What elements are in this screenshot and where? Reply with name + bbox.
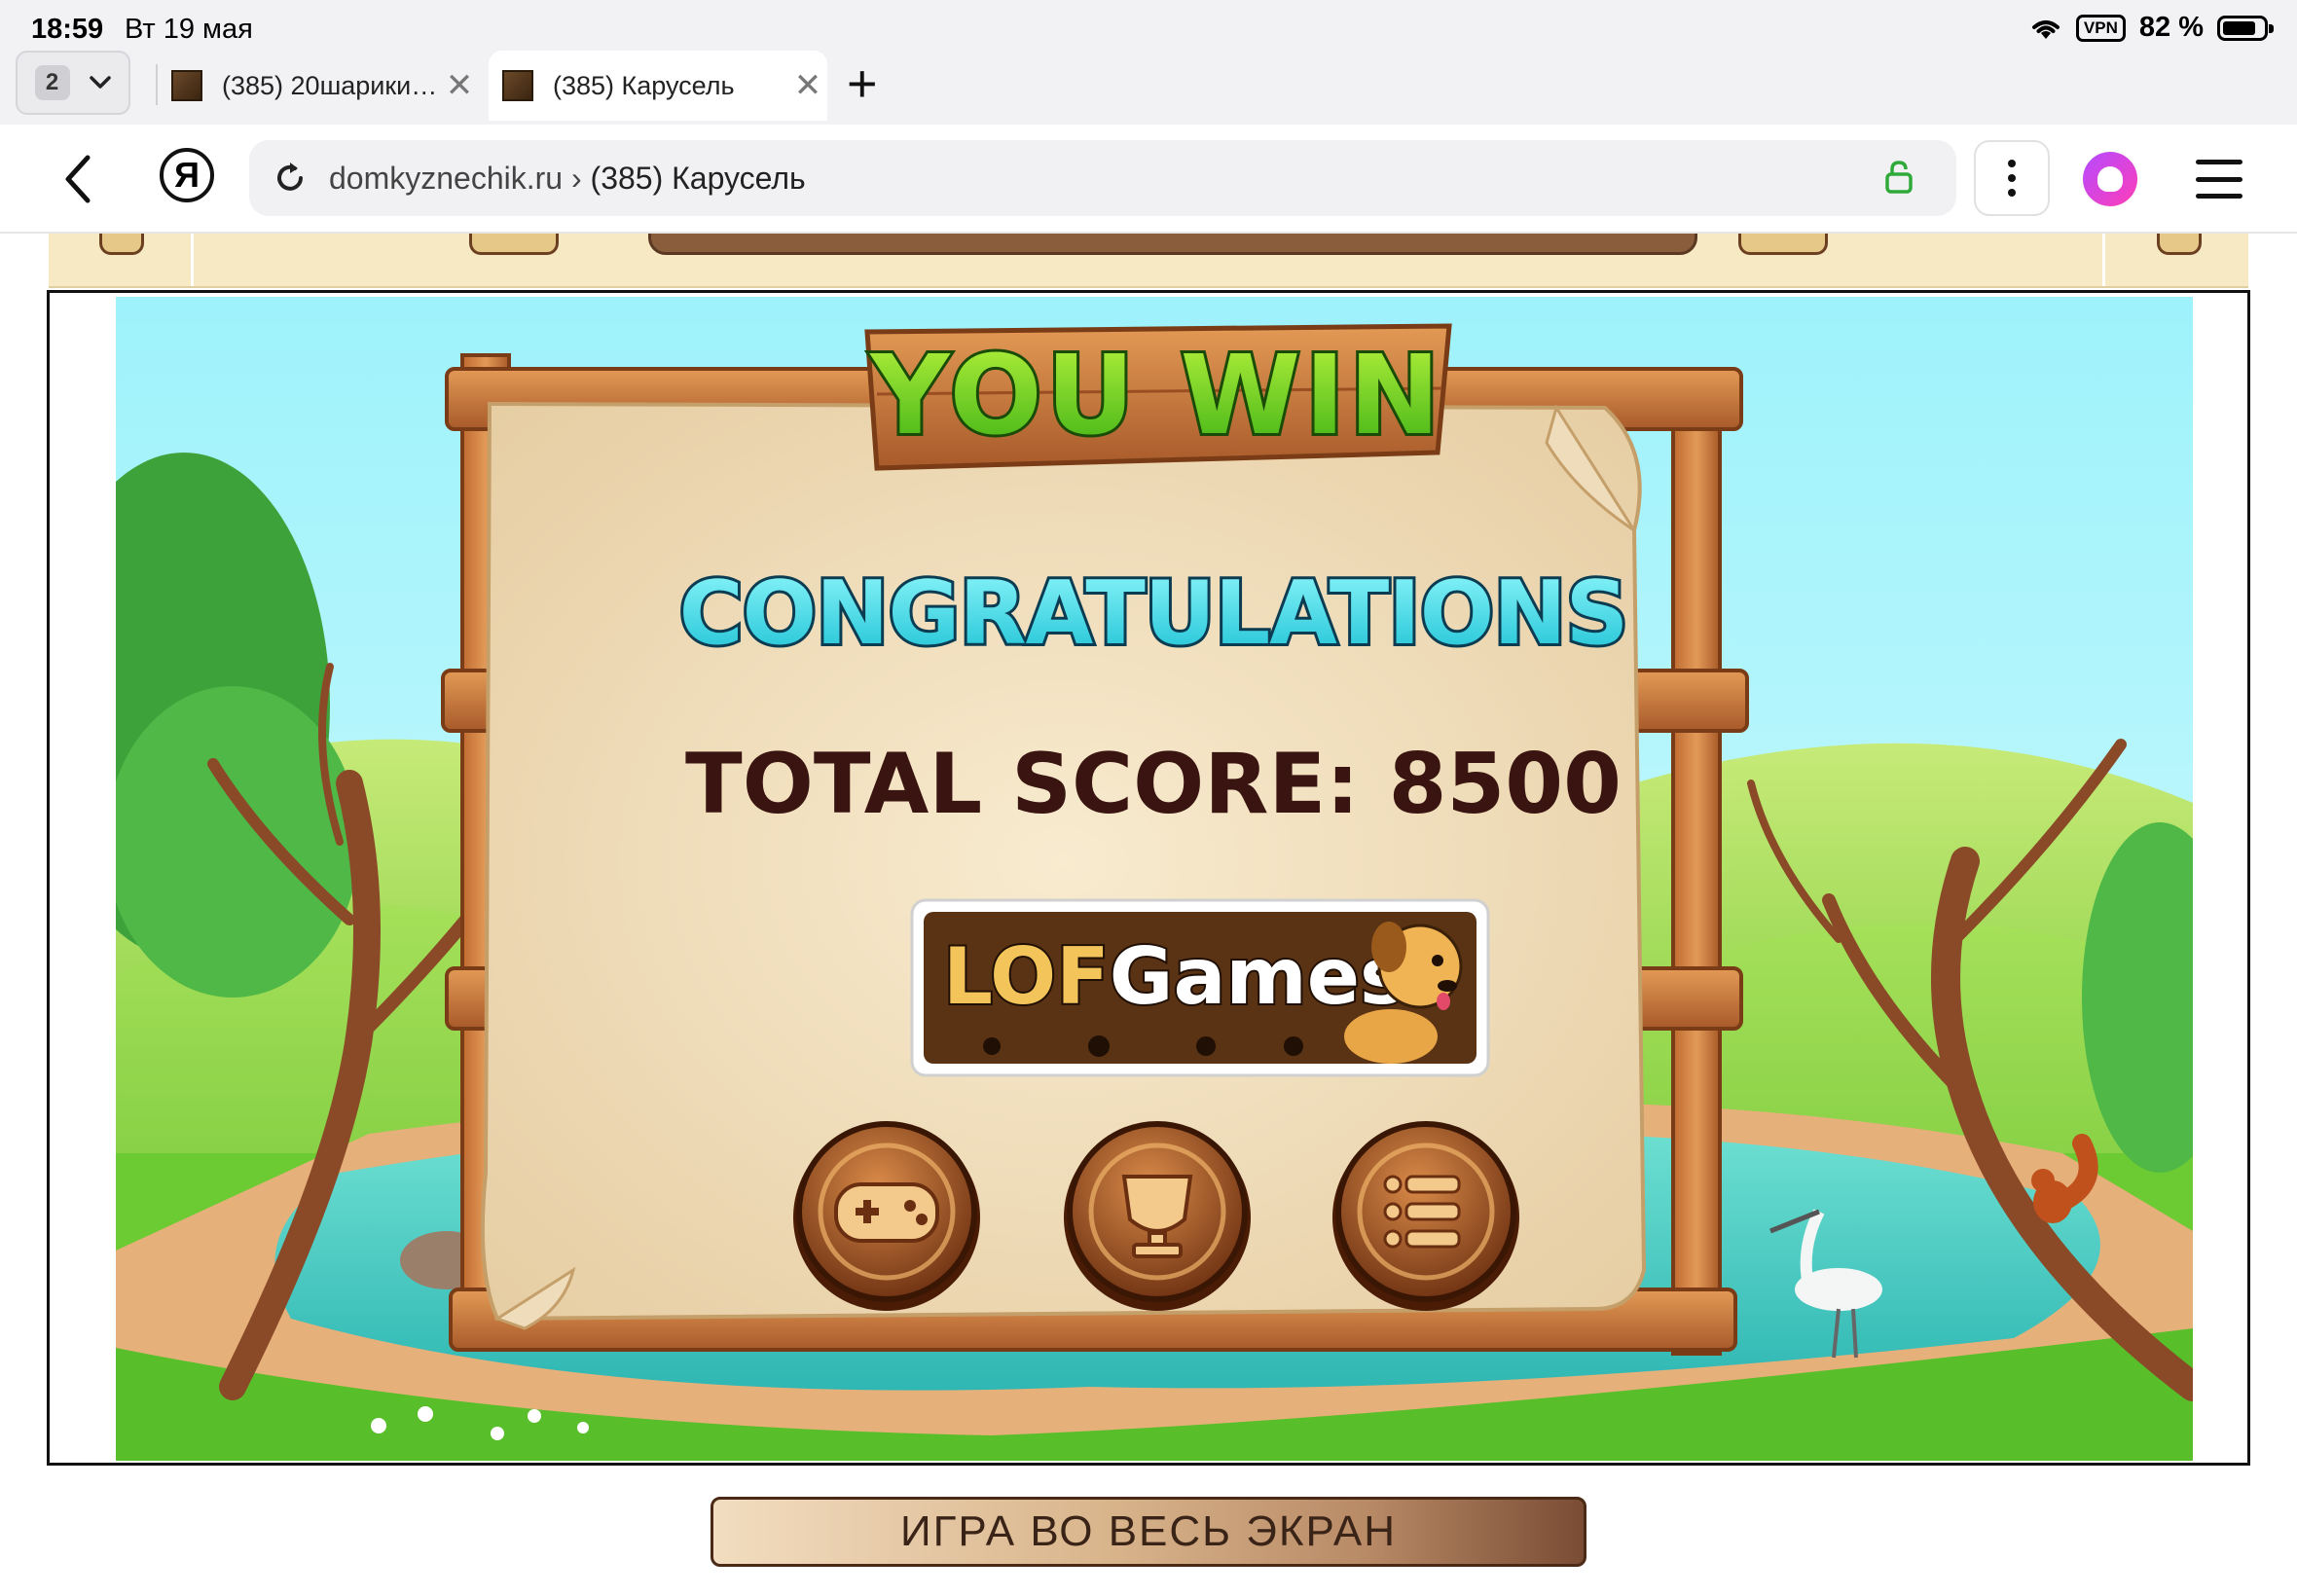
wifi-icon <box>2031 19 2060 39</box>
address-url: domkyznechik.ru › (385) Карусель <box>329 161 806 197</box>
total-score-text: TOTAL SCORE: 8500 <box>685 736 1622 833</box>
close-tab-icon[interactable]: ✕ <box>440 66 479 105</box>
yandex-logo-icon[interactable]: Я <box>160 148 214 202</box>
url-domain: domkyznechik.ru <box>329 160 564 196</box>
site-favicon-icon <box>502 70 533 101</box>
gamepad-icon <box>834 1182 939 1243</box>
congratulations-text: CONGRATULATIONS <box>679 562 1628 665</box>
new-tab-button[interactable]: + <box>847 54 878 113</box>
tab-20shariki[interactable]: (385) 20шарики… ✕ <box>158 51 479 121</box>
panel-button[interactable] <box>2157 234 2202 255</box>
lock-icon[interactable] <box>1884 160 1914 195</box>
game-frame[interactable]: YOU WIN CONGRATULATIONS TOTAL SCORE: 850… <box>47 290 2250 1466</box>
chevron-down-icon <box>89 76 111 89</box>
lofgames-logo[interactable]: LOFGames <box>910 898 1490 1077</box>
battery-percent: 82 % <box>2138 12 2204 43</box>
battery-icon <box>2217 15 2274 41</box>
status-date: Вт 19 мая <box>125 14 253 45</box>
tab-switcher-button[interactable]: 2 <box>16 51 130 115</box>
site-favicon-icon <box>171 70 202 101</box>
score-separator-space <box>1360 736 1389 833</box>
you-win-title: YOU WIN <box>868 333 1443 459</box>
svg-text:LOFGames: LOFGames <box>943 931 1406 1022</box>
close-tab-icon[interactable]: ✕ <box>788 66 827 105</box>
panel-banner <box>648 234 1697 255</box>
tab-count: 2 <box>34 65 70 100</box>
back-arrow-icon[interactable] <box>56 152 101 206</box>
score-label: TOTAL SCORE: <box>685 736 1360 833</box>
game-canvas[interactable]: YOU WIN CONGRATULATIONS TOTAL SCORE: 850… <box>116 297 2193 1461</box>
logo-games: Games <box>1110 931 1406 1022</box>
tab-strip: 2 (385) 20шарики… ✕ (385) Карусель ✕ + <box>0 51 2297 125</box>
right-plank <box>1671 369 1722 1356</box>
hamburger-menu-icon[interactable] <box>2196 160 2242 199</box>
menu-button[interactable] <box>1332 1121 1519 1311</box>
tab-karusel[interactable]: (385) Карусель ✕ <box>489 51 827 121</box>
panel-button[interactable] <box>469 234 559 255</box>
list-menu-icon <box>1383 1175 1461 1249</box>
browser-toolbar: Я domkyznechik.ru › (385) Карусель <box>0 125 2297 234</box>
status-time: 18:59 <box>31 14 104 45</box>
trophy-icon <box>1121 1175 1193 1258</box>
divider <box>191 234 194 286</box>
battery-level <box>2223 20 2255 35</box>
play-again-button[interactable] <box>793 1121 980 1311</box>
status-indicators: VPN 82 % <box>2029 12 2274 44</box>
score-value: 8500 <box>1389 736 1622 833</box>
divider <box>2102 234 2105 286</box>
more-options-button[interactable] <box>1974 140 2050 216</box>
page-top-panel <box>49 234 2248 288</box>
panel-button[interactable] <box>1738 234 1828 255</box>
reload-icon[interactable] <box>271 159 310 198</box>
tab-title: (385) Карусель <box>553 70 735 100</box>
leaderboard-button[interactable] <box>1064 1121 1251 1311</box>
vpn-badge: VPN <box>2075 14 2126 42</box>
url-page-title: (385) Карусель <box>590 160 806 196</box>
url-separator: › <box>563 160 591 196</box>
address-bar[interactable]: domkyznechik.ru › (385) Карусель <box>249 140 1956 216</box>
fullscreen-game-button[interactable]: ИГРА ВО ВЕСЬ ЭКРАН <box>711 1497 1586 1567</box>
status-bar: 18:59 Вт 19 мая VPN 82 % <box>0 0 2297 51</box>
logo-lof: LOF <box>943 931 1110 1022</box>
tab-title: (385) 20шарики… <box>222 70 438 100</box>
alice-assistant-icon[interactable] <box>2083 152 2137 206</box>
panel-button[interactable] <box>99 234 144 255</box>
